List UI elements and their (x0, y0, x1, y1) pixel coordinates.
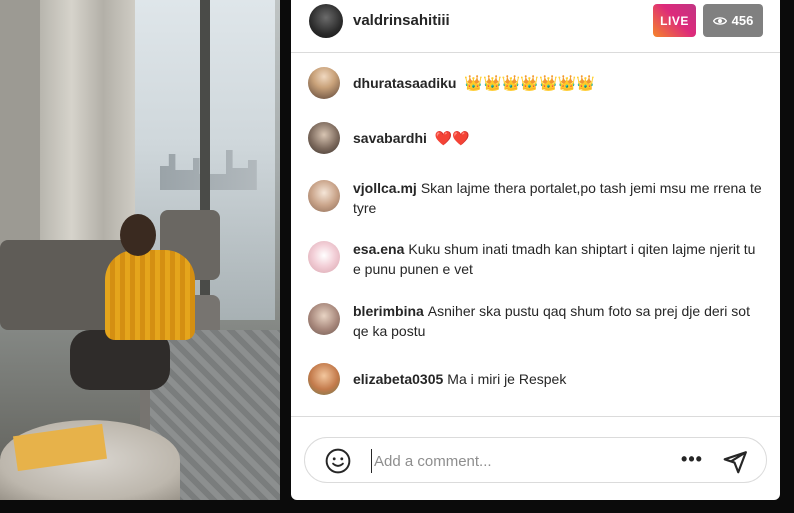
comment-username[interactable]: vjollca.mj (353, 180, 417, 196)
comment-text: 👑👑👑👑👑👑👑 (464, 75, 596, 92)
commenter-avatar[interactable] (308, 303, 340, 335)
viewer-count: 456 (731, 13, 754, 28)
comment-username[interactable]: blerimbina (353, 303, 424, 319)
comment-username[interactable]: esa.ena (353, 241, 404, 257)
comment-username[interactable]: elizabeta0305 (353, 371, 443, 387)
comment-text: ❤️❤️ (434, 130, 470, 146)
live-header: valdrinsahitiii LIVE 456 (291, 0, 780, 53)
live-comments-panel: valdrinsahitiii LIVE 456 dhuratasaadiku … (291, 0, 780, 500)
video-wall (0, 0, 40, 250)
live-video[interactable] (0, 0, 280, 500)
comment-text: Kuku shum inati tmadh kan shiptart i qit… (353, 241, 756, 277)
paper-plane-icon[interactable] (722, 449, 748, 475)
smiley-icon[interactable] (325, 448, 351, 474)
more-horizontal-icon[interactable]: ••• (680, 450, 704, 472)
comment-username[interactable]: dhuratasaadiku (353, 75, 456, 91)
comment-input[interactable] (371, 449, 651, 473)
commenter-avatar[interactable] (308, 180, 340, 212)
live-badge: LIVE (653, 4, 696, 37)
commenter-avatar[interactable] (308, 241, 340, 273)
commenter-avatar[interactable] (308, 122, 340, 154)
video-person-head (120, 214, 156, 256)
commenter-avatar[interactable] (308, 67, 340, 99)
comment-composer: ••• (291, 416, 780, 500)
host-avatar[interactable] (309, 4, 343, 38)
comment-username[interactable]: savabardhi (353, 130, 427, 146)
video-window-frame (200, 0, 210, 330)
video-person-shirt (105, 250, 195, 340)
comment-input-box: ••• (304, 437, 767, 483)
viewer-count-badge[interactable]: 456 (703, 4, 763, 37)
commenter-avatar[interactable] (308, 363, 340, 395)
comment-text: Ma i miri je Respek (447, 371, 567, 387)
eye-icon (712, 16, 727, 25)
host-username[interactable]: valdrinsahitiii (353, 12, 450, 29)
